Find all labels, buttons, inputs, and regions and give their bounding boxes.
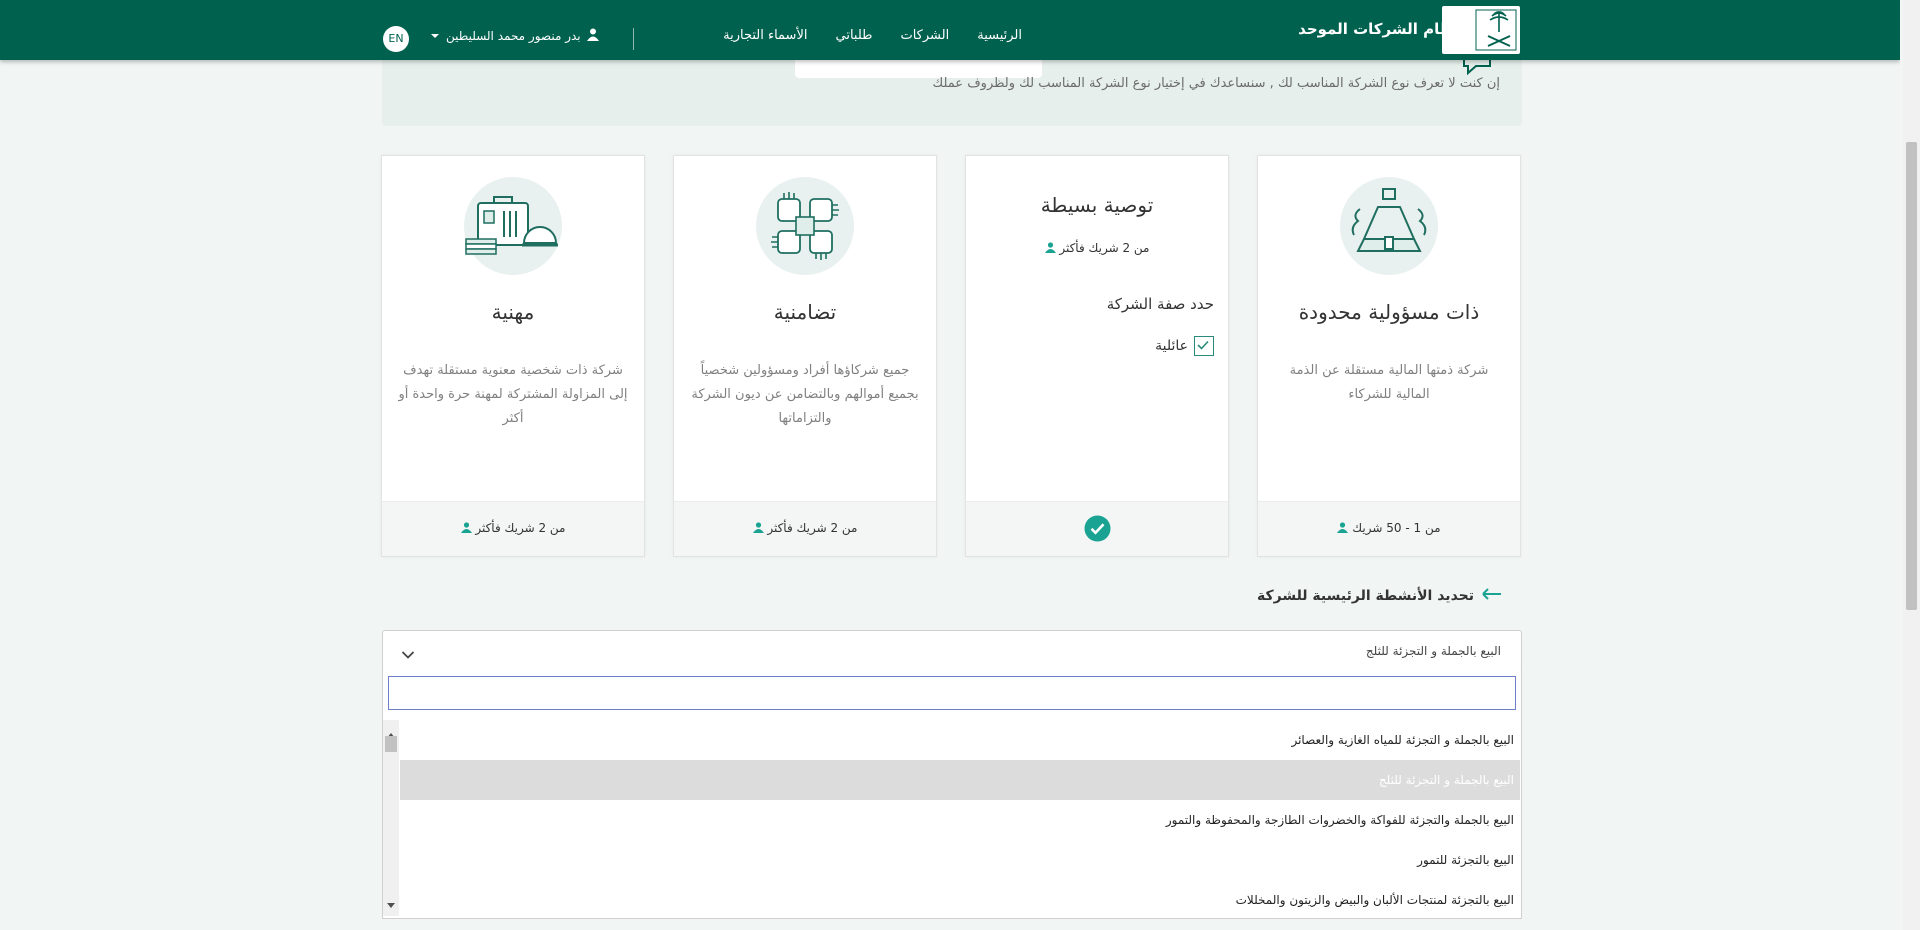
activity-dropdown: البيع بالجملة و التجزئة للمياه الغازية و…	[382, 670, 1522, 919]
company-type-card-professional[interactable]: مهنية شركة ذات شخصية معنوية مستقلة تهدف …	[381, 155, 645, 557]
card-description: شركة ذمتها المالية مستقلة عن الذمة المال…	[1289, 363, 1489, 402]
card-description: شركة ذات شخصية معنوية مستقلة تهدف إلى ال…	[398, 363, 628, 426]
card-title: توصية بسيطة	[1040, 193, 1154, 217]
partners-count: من 2 شريك فأكثر	[966, 241, 1228, 256]
partners-text: من 2 شريك فأكثر	[767, 521, 858, 535]
user-menu[interactable]: بدر منصور محمد السليطين	[430, 28, 599, 44]
top-navbar: نظام الشركات الموحد الرئيسية الشركات طلب…	[0, 0, 1900, 60]
company-type-card-general-partnership[interactable]: تضامنية جميع شركاؤها أفراد ومسؤولين شخصي…	[673, 155, 937, 557]
partners-text: من 2 شريك فأكثر	[475, 521, 566, 535]
user-icon	[586, 28, 599, 44]
main-activities-heading: تحديد الأنشطة الرئيسية للشركة	[1257, 588, 1502, 604]
card-title: ذات مسؤولية محدودة	[1298, 300, 1480, 324]
banner-text: إن كنت لا تعرف نوع الشركة المناسب لك , س…	[932, 76, 1500, 91]
selected-activity: البيع بالجملة و التجزئة للثلج	[1365, 644, 1501, 658]
dropdown-scroll-thumb[interactable]	[385, 736, 397, 752]
family-label: عائلية	[1155, 338, 1188, 354]
building-icon	[1340, 177, 1438, 275]
person-icon	[460, 521, 472, 536]
chevron-down-icon[interactable]	[401, 645, 415, 664]
activity-option[interactable]: البيع بالجملة و التجزئة للمياه الغازية و…	[400, 720, 1520, 760]
activity-search-input[interactable]	[388, 676, 1516, 710]
dropdown-scrollbar[interactable]	[383, 720, 399, 916]
family-option[interactable]: عائلية	[1155, 336, 1214, 356]
person-icon	[1044, 241, 1056, 256]
language-toggle[interactable]: EN	[383, 26, 409, 52]
chevron-down-icon	[430, 29, 440, 43]
company-type-card-llc[interactable]: ذات مسؤولية محدودة شركة ذمتها المالية مس…	[1257, 155, 1521, 557]
main-activity-select[interactable]: البيع بالجملة و التجزئة للثلج	[382, 630, 1522, 672]
activity-options-list: البيع بالجملة و التجزئة للمياه الغازية و…	[400, 720, 1520, 920]
define-company-attribute-label: حدد صفة الشركة	[1106, 295, 1214, 313]
card-footer: من 2 شريك فأكثر	[674, 501, 936, 556]
family-checkbox[interactable]	[1194, 336, 1214, 356]
section-title: تحديد الأنشطة الرئيسية للشركة	[1257, 588, 1474, 604]
partners-count: من 1 - 50 شريك	[1258, 521, 1520, 536]
card-footer: من 2 شريك فأكثر	[382, 501, 644, 556]
page-scrollbar[interactable]	[1903, 0, 1920, 930]
person-icon	[752, 521, 764, 536]
partners-count: من 2 شريك فأكثر	[674, 521, 936, 536]
arrow-left-icon	[1482, 588, 1502, 604]
card-title: تضامنية	[773, 300, 837, 324]
person-icon	[1337, 521, 1349, 536]
card-footer	[966, 501, 1228, 556]
hands-icon	[756, 177, 854, 275]
app-brand-title[interactable]: نظام الشركات الموحد	[1298, 20, 1460, 38]
card-title: مهنية	[491, 300, 535, 324]
check-circle-icon	[1084, 515, 1111, 546]
nav-divider	[633, 28, 634, 50]
card-footer: من 1 - 50 شريك	[1258, 501, 1520, 556]
page-scroll-thumb[interactable]	[1906, 142, 1917, 610]
activity-option-highlighted[interactable]: البيع بالجملة و التجزئة للثلج	[400, 760, 1520, 800]
activity-option[interactable]: البيع بالتجزئة لمنتجات الألبان والبيض وا…	[400, 880, 1520, 920]
partners-text: من 1 - 50 شريك	[1352, 521, 1441, 535]
page: إن كنت لا تعرف نوع الشركة المناسب لك , س…	[0, 0, 1900, 930]
partners-text: من 2 شريك فأكثر	[1059, 241, 1150, 255]
partners-count: من 2 شريك فأكثر	[382, 521, 644, 536]
nav-companies[interactable]: الشركات	[900, 28, 949, 43]
scroll-down-arrow-icon[interactable]	[387, 894, 395, 913]
nav-trade-names[interactable]: الأسماء التجارية	[723, 28, 807, 43]
main-nav: الرئيسية الشركات طلباتي الأسماء التجارية	[723, 28, 1022, 43]
activity-option[interactable]: البيع بالتجزئة للتمور	[400, 840, 1520, 880]
company-type-card-simple-partnership[interactable]: توصية بسيطة من 2 شريك فأكثر حدد صفة الشر…	[965, 155, 1229, 557]
nav-home[interactable]: الرئيسية	[977, 28, 1022, 43]
card-description: جميع شركاؤها أفراد ومسؤولين شخصياً بجميع…	[691, 363, 919, 426]
nav-my-requests[interactable]: طلباتي	[835, 28, 872, 43]
user-name: بدر منصور محمد السليطين	[446, 29, 581, 43]
activity-option[interactable]: البيع بالجملة والتجزئة للفواكة والخضروات…	[400, 800, 1520, 840]
professions-icon	[464, 177, 562, 275]
